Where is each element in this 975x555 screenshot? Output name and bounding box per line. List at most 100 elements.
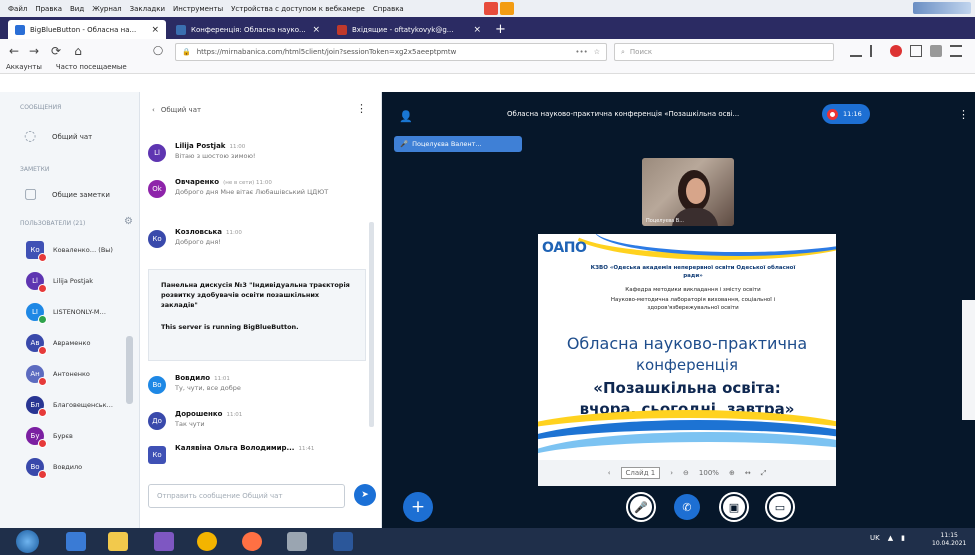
menu-help[interactable]: Справка: [373, 5, 404, 13]
avatar: Ко: [148, 446, 166, 464]
bookmark-star-icon[interactable]: ☆: [594, 48, 600, 56]
close-tab-icon[interactable]: ×: [151, 25, 159, 35]
tab-conference[interactable]: Конференція: Обласна науко... ×: [169, 20, 327, 39]
user-list-item[interactable]: Ан Антоненко: [0, 358, 140, 389]
bbb-favicon-icon: [15, 24, 25, 35]
chrome-icon[interactable]: [197, 532, 217, 551]
mic-muted-icon: [38, 283, 47, 293]
user-list-item[interactable]: Бу Бурєв: [0, 420, 140, 451]
search-bar[interactable]: ⌕ Поиск: [614, 43, 834, 61]
public-chat-link[interactable]: ◌ Общий чат: [0, 128, 92, 146]
menu-file[interactable]: Файл: [8, 5, 27, 13]
user-list-item[interactable]: Во Вовдило: [0, 451, 140, 482]
menu-view[interactable]: Вид: [70, 5, 84, 13]
avatar: Ан: [26, 364, 47, 386]
reload-icon[interactable]: ⟳: [48, 43, 64, 59]
menu-icon[interactable]: [950, 45, 962, 57]
shared-notes-link[interactable]: ▢ Общие заметки: [0, 186, 110, 204]
avatar: Бу: [26, 426, 47, 448]
chat-scrollbar[interactable]: [369, 222, 374, 427]
gear-icon[interactable]: ⚙: [124, 216, 133, 227]
taskbar-app-icon[interactable]: [287, 532, 307, 551]
library-icon[interactable]: [870, 45, 882, 57]
chevron-left-icon: ‹: [152, 106, 155, 114]
home-icon[interactable]: ⌂: [70, 43, 86, 59]
slide-toolbar: ‹ Слайд 1 › ⊖ 100% ⊕ ↔ ⤢: [538, 460, 836, 486]
user-list-toggle-icon[interactable]: 👤: [399, 110, 413, 123]
mic-muted-icon: [38, 345, 47, 355]
fullscreen-icon[interactable]: ⤢: [761, 469, 767, 478]
download-icon[interactable]: [850, 45, 862, 57]
microphone-button[interactable]: 🎤: [628, 494, 654, 520]
word-icon[interactable]: [333, 532, 353, 551]
sidebar-icon[interactable]: [910, 45, 922, 57]
user-name: Авраменко: [53, 338, 91, 347]
actions-plus-button[interactable]: +: [403, 492, 433, 522]
camera-button[interactable]: ▣: [721, 494, 747, 520]
zoom-out-icon[interactable]: ⊖: [683, 469, 689, 477]
webcam-video[interactable]: Поцелуєва В...: [642, 158, 734, 226]
chat-message: Ll Lilija Postjak 11:00 Вітаю з шостою зи…: [148, 142, 363, 162]
network-icon[interactable]: ▮: [901, 534, 905, 542]
viber-icon[interactable]: [154, 532, 174, 551]
menu-edit[interactable]: Правка: [35, 5, 62, 13]
taskbar-app-icon[interactable]: [66, 532, 86, 551]
extension-icon[interactable]: [930, 45, 942, 57]
message-author: Lilija Postjak: [175, 142, 226, 150]
toolbar-icons: [850, 45, 962, 57]
message-time: 11:41: [298, 446, 315, 452]
volume-icon[interactable]: ▲: [888, 534, 893, 542]
user-list-item[interactable]: Ко Коваленко… (Вы): [0, 234, 140, 265]
user-list-item[interactable]: Ав Авраменко: [0, 327, 140, 358]
tab-bigbluebutton[interactable]: BigBlueButton - Обласна на... ×: [8, 20, 166, 39]
page-actions-icon[interactable]: •••: [575, 48, 587, 56]
options-menu-icon[interactable]: ⋮: [958, 108, 969, 121]
bookmark-most-visited[interactable]: Часто посещаемые: [56, 63, 127, 71]
addon-icons[interactable]: [484, 2, 514, 15]
close-tab-icon[interactable]: ×: [312, 25, 320, 35]
chat-message-input[interactable]: Отправить сообщение Общий чат: [148, 484, 345, 508]
user-list-item[interactable]: Бл Благовещенськ…: [0, 389, 140, 420]
language-indicator[interactable]: UK: [870, 534, 880, 542]
tab-mail[interactable]: Вхідящие - oftatykovyk@g... ×: [330, 20, 488, 39]
recording-indicator[interactable]: 11:16: [822, 104, 870, 124]
back-icon[interactable]: ←: [6, 43, 22, 59]
zoom-level: 100%: [698, 469, 719, 477]
search-input[interactable]: Поиск: [630, 48, 652, 56]
user-list-item[interactable]: Ll Lilija Postjak: [0, 265, 140, 296]
user-list-scrollbar[interactable]: [126, 336, 133, 404]
send-icon[interactable]: ➤: [354, 484, 376, 506]
chat-header[interactable]: ‹ Общий чат: [152, 106, 201, 114]
next-slide-icon[interactable]: ›: [670, 469, 673, 477]
messages-header: СООБЩЕНИЯ: [20, 104, 62, 111]
menu-bookmarks[interactable]: Закладки: [130, 5, 165, 13]
url-bar[interactable]: 🔒 https://mirnabanica.com/html5client/jo…: [175, 43, 607, 61]
chat-options-icon[interactable]: ⋮: [356, 102, 367, 115]
prev-slide-icon[interactable]: ‹: [608, 469, 611, 477]
menu-history[interactable]: Журнал: [92, 5, 121, 13]
menu-tools[interactable]: Инструменты: [173, 5, 223, 13]
avatar: Ав: [26, 333, 47, 355]
avatar: Бл: [26, 395, 47, 417]
slide-select[interactable]: Слайд 1: [620, 467, 661, 479]
screen-share-button[interactable]: ▭: [767, 494, 793, 520]
avatar: Ко: [26, 240, 47, 262]
zoom-in-icon[interactable]: ⊕: [729, 469, 735, 477]
audio-phone-button[interactable]: ✆: [674, 494, 700, 520]
firefox-icon[interactable]: [242, 532, 262, 551]
slide-title-line2: конференція: [635, 356, 739, 374]
close-tab-icon[interactable]: ×: [473, 25, 481, 35]
forward-icon[interactable]: →: [26, 43, 42, 59]
folder-icon[interactable]: [108, 532, 128, 551]
system-tray: UK ▲ ▮: [870, 534, 905, 542]
new-tab-icon[interactable]: +: [495, 22, 506, 37]
system-clock[interactable]: 11:15 10.04.2021: [932, 532, 966, 548]
start-button[interactable]: [16, 530, 39, 553]
fit-width-icon[interactable]: ↔: [745, 469, 751, 477]
window-controls[interactable]: [913, 2, 971, 14]
adblock-icon[interactable]: [890, 45, 902, 57]
menu-devices[interactable]: Устройства с доступом к вебкамере: [231, 5, 365, 13]
bookmark-accounts[interactable]: Аккаунты: [6, 63, 42, 71]
shield-icon[interactable]: ◯: [150, 43, 166, 59]
user-list-item[interactable]: LI LISTENONLY-М…: [0, 296, 140, 327]
